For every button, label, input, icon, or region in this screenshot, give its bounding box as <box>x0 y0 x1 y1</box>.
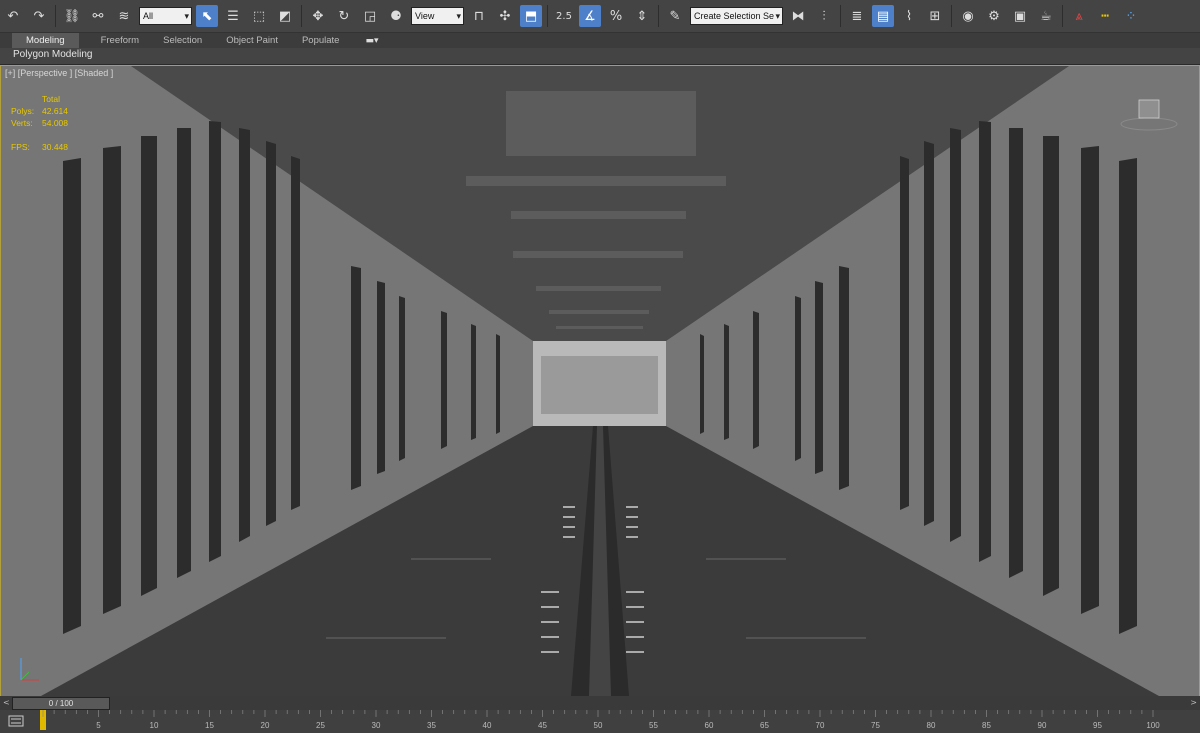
stats-fps-value: 30.448 <box>42 142 68 152</box>
edit-named-selection-icon[interactable]: ✎ <box>664 5 686 27</box>
ruler-icon[interactable]: ┅ <box>1094 5 1116 27</box>
frame-tick-label: 70 <box>816 721 825 730</box>
perspective-viewport[interactable]: [+] [Perspective ] [Shaded ] Total Polys… <box>0 65 1200 697</box>
material-editor-icon[interactable]: ◉ <box>957 5 979 27</box>
time-slider-prev-arrow[interactable]: < <box>3 698 10 707</box>
select-by-name-icon[interactable]: ☰ <box>222 5 244 27</box>
stats-verts-label: Verts: <box>11 118 33 128</box>
frame-tick-label: 15 <box>205 721 214 730</box>
ribbon-panel: Polygon Modeling <box>0 48 1200 65</box>
select-and-rotate-icon[interactable]: ↻ <box>333 5 355 27</box>
particle-view-icon[interactable]: ⁘ <box>1120 5 1142 27</box>
stats-total-header: Total <box>42 94 60 104</box>
stats-polys-value: 42.614 <box>42 106 68 116</box>
frame-tick-label: 40 <box>483 721 492 730</box>
civil-view-icon[interactable]: ⩓ <box>1068 5 1090 27</box>
ribbon-minimize-icon[interactable]: ▬▾ <box>365 36 378 46</box>
render-production-icon[interactable]: ☕ <box>1035 5 1057 27</box>
snaps-toggle-icon[interactable]: 2.5 <box>553 5 575 27</box>
app-window: ↶ ↷ ⛓ ⚯ ≋ All ⬉ ☰ ⬚ ◩ ✥ ↻ ◲ ⚈ View ⊓ ✣ ⬒… <box>0 0 1200 733</box>
layer-explorer-icon[interactable]: ≣ <box>846 5 868 27</box>
percent-snap-icon[interactable]: % <box>605 5 627 27</box>
mini-curve-editor-icon[interactable] <box>8 714 24 728</box>
mirror-icon[interactable]: ⧓ <box>787 5 809 27</box>
frame-tick-label: 65 <box>760 721 769 730</box>
tab-object-paint[interactable]: Object Paint <box>224 33 280 48</box>
select-and-move-icon[interactable]: ✥ <box>307 5 329 27</box>
frame-tick-label: 60 <box>705 721 714 730</box>
window-crossing-icon[interactable]: ◩ <box>274 5 296 27</box>
rectangular-selection-icon[interactable]: ⬚ <box>248 5 270 27</box>
viewcube-icon[interactable] <box>1119 94 1179 134</box>
frame-tick-label: 90 <box>1038 721 1047 730</box>
main-toolbar: ↶ ↷ ⛓ ⚯ ≋ All ⬉ ☰ ⬚ ◩ ✥ ↻ ◲ ⚈ View ⊓ ✣ ⬒… <box>0 0 1200 33</box>
frame-tick-label: 50 <box>594 721 603 730</box>
frame-tick-label: 95 <box>1093 721 1102 730</box>
axis-tripod-icon <box>20 658 39 681</box>
frame-ruler[interactable]: 5 10 15 20 25 30 35 40 45 50 55 60 65 70 75 80 85 90 95 100 <box>40 710 1160 733</box>
stats-fps-label: FPS: <box>11 142 30 152</box>
unlink-selection-icon[interactable]: ⚯ <box>87 5 109 27</box>
frame-tick-label: 30 <box>372 721 381 730</box>
frame-tick-label: 75 <box>871 721 880 730</box>
track-bar[interactable]: 5 10 15 20 25 30 35 40 45 50 55 60 65 70 75 80 85 90 95 100 <box>0 710 1200 733</box>
polygon-modeling-panel-label[interactable]: Polygon Modeling <box>13 49 93 60</box>
rendered-frame-window-icon[interactable]: ▣ <box>1009 5 1031 27</box>
tab-populate[interactable]: Populate <box>300 33 342 48</box>
frame-tick-label: 5 <box>96 721 101 730</box>
schematic-view-icon[interactable]: ⊞ <box>924 5 946 27</box>
time-slider[interactable]: < 0 / 100 > <box>0 696 1200 710</box>
select-and-place-icon[interactable]: ⚈ <box>385 5 407 27</box>
frame-tick-label: 25 <box>316 721 325 730</box>
pivot-point-icon[interactable]: ⊓ <box>468 5 490 27</box>
stats-polys-label: Polys: <box>11 106 35 116</box>
redo-icon[interactable]: ↷ <box>28 5 50 27</box>
tab-selection[interactable]: Selection <box>161 33 204 48</box>
frame-tick-label: 85 <box>982 721 991 730</box>
select-and-link-icon[interactable]: ⛓ <box>61 5 83 27</box>
align-icon[interactable]: ⫶ <box>813 5 835 27</box>
select-and-manipulate-icon[interactable]: ✣ <box>494 5 516 27</box>
viewport-scene <box>1 66 1199 696</box>
select-and-scale-icon[interactable]: ◲ <box>359 5 381 27</box>
undo-icon[interactable]: ↶ <box>2 5 24 27</box>
selection-filter-dropdown[interactable]: All <box>139 7 192 25</box>
bind-to-space-warp-icon[interactable]: ≋ <box>113 5 135 27</box>
frame-tick-label: 35 <box>427 721 436 730</box>
time-slider-next-arrow[interactable]: > <box>1190 698 1197 707</box>
curve-editor-icon[interactable]: ⌇ <box>898 5 920 27</box>
spinner-snap-icon[interactable]: ⇕ <box>631 5 653 27</box>
named-selection-sets-dropdown[interactable]: Create Selection Se <box>690 7 783 25</box>
keyboard-shortcut-override-icon[interactable]: ⬒ <box>520 5 542 27</box>
frame-tick-label: 10 <box>150 721 159 730</box>
viewport-label-menu[interactable]: [+] [Perspective ] [Shaded ] <box>5 68 113 78</box>
tab-modeling[interactable]: Modeling <box>12 33 79 48</box>
ribbon-tab-bar: Modeling Freeform Selection Object Paint… <box>0 33 1200 48</box>
frame-tick-label: 45 <box>538 721 547 730</box>
stats-verts-value: 54.008 <box>42 118 68 128</box>
angle-snap-icon[interactable]: ∡ <box>579 5 601 27</box>
render-setup-icon[interactable]: ⚙ <box>983 5 1005 27</box>
frame-tick-label: 20 <box>261 721 270 730</box>
frame-tick-label: 100 <box>1146 721 1160 730</box>
frame-tick-label: 80 <box>927 721 936 730</box>
frame-tick-label: 55 <box>649 721 658 730</box>
tab-freeform[interactable]: Freeform <box>99 33 142 48</box>
time-slider-thumb[interactable]: 0 / 100 <box>12 697 110 710</box>
reference-coordinate-dropdown[interactable]: View <box>411 7 464 25</box>
viewport-statistics: Total Polys: 42.614 Verts: 54.008 FPS: 30.4… <box>11 93 68 153</box>
toggle-ribbon-icon[interactable]: ▤ <box>872 5 894 27</box>
select-object-icon[interactable]: ⬉ <box>196 5 218 27</box>
